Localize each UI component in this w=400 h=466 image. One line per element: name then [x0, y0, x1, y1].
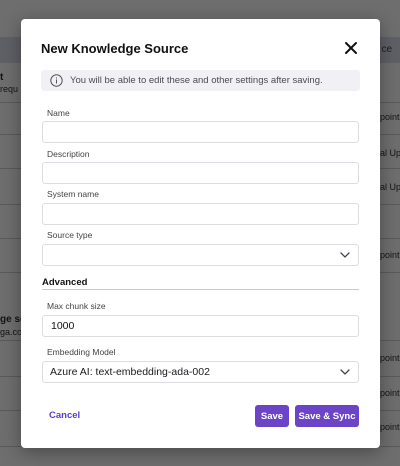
- system-name-label: System name: [47, 189, 99, 199]
- chevron-down-icon: [340, 369, 350, 375]
- save-and-sync-button[interactable]: Save & Sync: [295, 405, 359, 427]
- advanced-divider: [42, 289, 359, 290]
- source-type-select[interactable]: [42, 244, 359, 266]
- background-text-fragment: point: [380, 353, 400, 363]
- background-text-fragment: al Up: [380, 182, 400, 192]
- advanced-section-heading: Advanced: [42, 277, 88, 288]
- background-text-fragment: point: [380, 112, 400, 122]
- background-text-fragment: t: [0, 72, 4, 83]
- background-text-fragment: requ: [0, 84, 19, 94]
- background-text-fragment: point: [380, 422, 400, 432]
- info-icon: [50, 74, 63, 87]
- name-label: Name: [47, 108, 70, 118]
- embedding-model-value: Azure AI: text-embedding-ada-002: [50, 366, 210, 378]
- source-type-label: Source type: [47, 230, 93, 240]
- new-knowledge-source-dialog: New Knowledge Source You will be able to…: [21, 19, 380, 448]
- max-chunk-size-label: Max chunk size: [47, 301, 106, 311]
- name-input[interactable]: [42, 121, 359, 143]
- background-text-fragment: point: [380, 250, 400, 260]
- max-chunk-size-input[interactable]: [42, 315, 359, 337]
- info-banner-text: You will be able to edit these and other…: [70, 75, 323, 86]
- background-text-fragment: al Up: [380, 148, 400, 158]
- system-name-input[interactable]: [42, 203, 359, 225]
- close-icon: [345, 42, 357, 54]
- chevron-down-icon: [340, 252, 350, 258]
- description-input[interactable]: [42, 162, 359, 184]
- embedding-model-label: Embedding Model: [47, 347, 116, 357]
- background-text-fragment: point: [380, 388, 400, 398]
- dialog-title: New Knowledge Source: [41, 41, 189, 56]
- close-button[interactable]: [344, 41, 358, 55]
- save-button[interactable]: Save: [255, 405, 289, 427]
- background-header-fragment: ce: [381, 44, 392, 55]
- background-text-fragment: ga.co: [0, 327, 23, 337]
- info-banner: You will be able to edit these and other…: [41, 70, 360, 91]
- description-label: Description: [47, 149, 90, 159]
- cancel-button[interactable]: Cancel: [49, 410, 80, 421]
- embedding-model-select[interactable]: Azure AI: text-embedding-ada-002: [42, 361, 359, 383]
